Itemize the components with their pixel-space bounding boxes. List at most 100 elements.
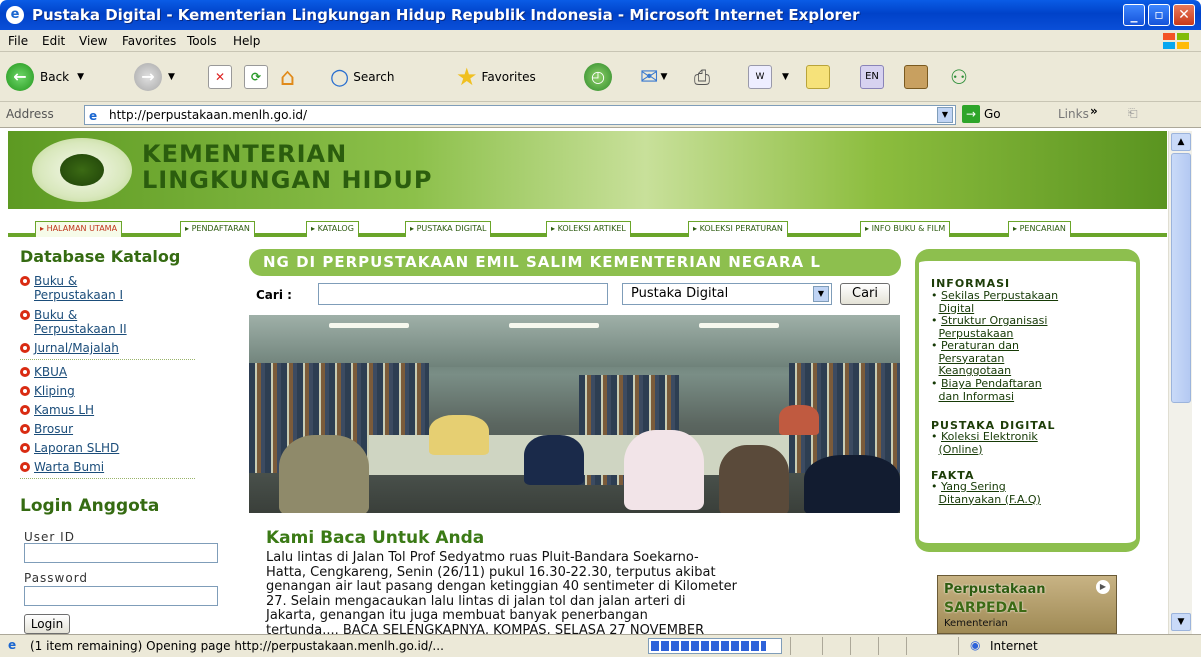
pustaka-digital-link[interactable]: • Koleksi Elektronik (Online) — [931, 430, 1131, 456]
catalog-link[interactable]: KBUA — [20, 365, 67, 379]
tab-pendaftaran[interactable]: ▸ PENDAFTARAN — [180, 221, 255, 237]
menu-favorites[interactable]: Favorites — [122, 34, 176, 48]
stop-icon: ✕ — [208, 65, 232, 89]
catalog-link[interactable]: Kliping — [20, 384, 75, 398]
page-menu-icon[interactable]: ⎗ — [1128, 106, 1138, 121]
print-button[interactable]: ⎙ — [694, 62, 710, 92]
sarpedal-banner[interactable]: Perpustakaan SARPEDAL Kementerian ▶ — [937, 575, 1117, 634]
go-arrow-icon: → — [962, 105, 980, 123]
read-more-link[interactable]: tertunda.... BACA SELENGKAPNYA, KOMPAS, … — [266, 623, 891, 634]
toolbar: ← Back ▼ → ▼ ✕ ⟳ ⌂ ○ Search ★ Favorites … — [0, 52, 1201, 102]
close-button[interactable]: ✕ — [1173, 4, 1195, 26]
refresh-button[interactable]: ⟳ — [244, 62, 268, 92]
search-category-select[interactable]: Pustaka Digital ▼ — [622, 283, 832, 305]
catalog-link[interactable]: Kamus LH — [20, 403, 94, 417]
left-column: Database Katalog Buku & Perpustakaan I Bu… — [8, 241, 248, 634]
go-button[interactable]: → Go — [962, 105, 1001, 123]
menu-help[interactable]: Help — [233, 34, 260, 48]
forward-arrow-icon: → — [134, 63, 162, 91]
refresh-icon: ⟳ — [244, 65, 268, 89]
catalog-link[interactable]: Laporan SLHD — [20, 441, 119, 455]
favorites-button[interactable]: ★ Favorites — [456, 62, 536, 92]
faq-link[interactable]: • Yang Sering Ditanyakan (F.A.Q) — [931, 480, 1131, 506]
scroll-thumb[interactable] — [1171, 153, 1191, 403]
menu-tools[interactable]: Tools — [187, 34, 217, 48]
news-marquee: NG DI PERPUSTAKAAN EMIL SALIM KEMENTERIA… — [249, 249, 901, 276]
search-button[interactable]: ○ Search — [330, 62, 394, 92]
tab-koleksi-peraturan[interactable]: ▸ KOLEKSI PERATURAN — [688, 221, 788, 237]
tab-pustaka-digital[interactable]: ▸ PUSTAKA DIGITAL — [405, 221, 492, 237]
people-icon: ⚇ — [950, 65, 968, 89]
catalog-link[interactable]: Buku & Perpustakaan II — [20, 308, 127, 336]
minimize-button[interactable]: _ — [1123, 4, 1145, 26]
books-icon — [904, 65, 928, 89]
links-label[interactable]: Links — [1058, 107, 1089, 121]
history-icon: ◴ — [584, 63, 612, 91]
ie-page-icon: e — [8, 638, 17, 652]
edit-button[interactable]: W ▼ — [748, 62, 789, 92]
maximize-button[interactable]: ▫ — [1148, 4, 1170, 26]
address-dropdown-icon[interactable]: ▼ — [937, 107, 953, 123]
search-input[interactable] — [318, 283, 608, 305]
info-link[interactable]: • Peraturan dan Persyaratan Keanggotaan — [931, 339, 1131, 378]
address-bar: Address e http://perpustakaan.menlh.go.i… — [0, 102, 1201, 128]
ie-page-icon: e — [89, 109, 98, 123]
bullet-icon — [20, 443, 30, 453]
bullet-icon — [20, 386, 30, 396]
back-button[interactable]: ← Back ▼ — [6, 62, 84, 92]
contacts-button[interactable]: ⚇ — [950, 62, 968, 92]
play-icon: ▶ — [1096, 580, 1110, 594]
research-button[interactable] — [904, 62, 928, 92]
search-submit-button[interactable]: Cari — [840, 283, 890, 305]
star-icon: ★ — [456, 63, 478, 91]
forward-button[interactable]: → ▼ — [134, 62, 175, 92]
menu-file[interactable]: File — [8, 34, 28, 48]
tab-pencarian[interactable]: ▸ PENCARIAN — [1008, 221, 1071, 237]
menu-bar: File Edit View Favorites Tools Help — [0, 30, 1201, 52]
header-line-1: KEMENTERIAN — [142, 140, 348, 168]
info-panel: INFORMASI • Sekilas Perpustakaan Digital… — [915, 249, 1140, 552]
info-link[interactable]: • Sekilas Perpustakaan Digital — [931, 289, 1131, 315]
window-titlebar[interactable]: e Pustaka Digital - Kementerian Lingkung… — [0, 0, 1201, 30]
word-icon: W — [748, 65, 772, 89]
home-icon: ⌂ — [280, 63, 296, 91]
vertical-scrollbar[interactable]: ▲ ▼ — [1168, 131, 1192, 634]
note-icon — [806, 65, 830, 89]
bullet-icon — [20, 276, 30, 286]
catalog-link[interactable]: Warta Bumi — [20, 460, 104, 474]
info-link[interactable]: • Biaya Pendaftaran dan Informasi — [931, 377, 1131, 403]
tab-info-buku-film[interactable]: ▸ INFO BUKU & FILM — [860, 221, 951, 237]
password-label: Password — [24, 571, 89, 585]
header-line-2: LINGKUNGAN HIDUP — [142, 166, 433, 194]
menu-view[interactable]: View — [79, 34, 107, 48]
scroll-down-icon[interactable]: ▼ — [1171, 613, 1191, 631]
tab-halaman-utama[interactable]: ▸ HALAMAN UTAMA — [35, 221, 123, 237]
catalog-link[interactable]: Buku & Perpustakaan I — [20, 274, 123, 302]
catalog-link[interactable]: Brosur — [20, 422, 73, 436]
scroll-up-icon[interactable]: ▲ — [1171, 133, 1191, 151]
bullet-icon — [20, 462, 30, 472]
login-button[interactable]: Login — [24, 614, 70, 634]
windows-logo-icon — [1163, 33, 1189, 49]
mail-button[interactable]: ✉ ▼ — [640, 62, 667, 92]
tab-katalog[interactable]: ▸ KATALOG — [306, 221, 359, 237]
menu-edit[interactable]: Edit — [42, 34, 65, 48]
loading-progress — [648, 638, 782, 654]
userid-input[interactable] — [24, 543, 218, 563]
info-link[interactable]: • Struktur Organisasi Perpustakaan — [931, 314, 1131, 340]
history-button[interactable]: ◴ — [584, 62, 612, 92]
article-body: Lalu lintas di Jalan Tol Prof Sedyatmo r… — [266, 550, 891, 634]
discuss-button[interactable] — [806, 62, 830, 92]
catalog-link[interactable]: Jurnal/Majalah — [20, 341, 119, 355]
tab-koleksi-artikel[interactable]: ▸ KOLEKSI ARTIKEL — [546, 221, 631, 237]
back-arrow-icon: ← — [6, 63, 34, 91]
messenger-button[interactable]: EN — [860, 62, 884, 92]
chevron-down-icon: ▼ — [77, 72, 85, 82]
stop-button[interactable]: ✕ — [208, 62, 232, 92]
password-input[interactable] — [24, 586, 218, 606]
home-button[interactable]: ⌂ — [280, 62, 295, 92]
catalog-heading: Database Katalog — [20, 247, 181, 266]
chevron-right-icon[interactable]: » — [1090, 104, 1098, 118]
address-input[interactable]: e http://perpustakaan.menlh.go.id/ ▼ — [84, 105, 956, 125]
login-heading: Login Anggota — [20, 496, 160, 516]
